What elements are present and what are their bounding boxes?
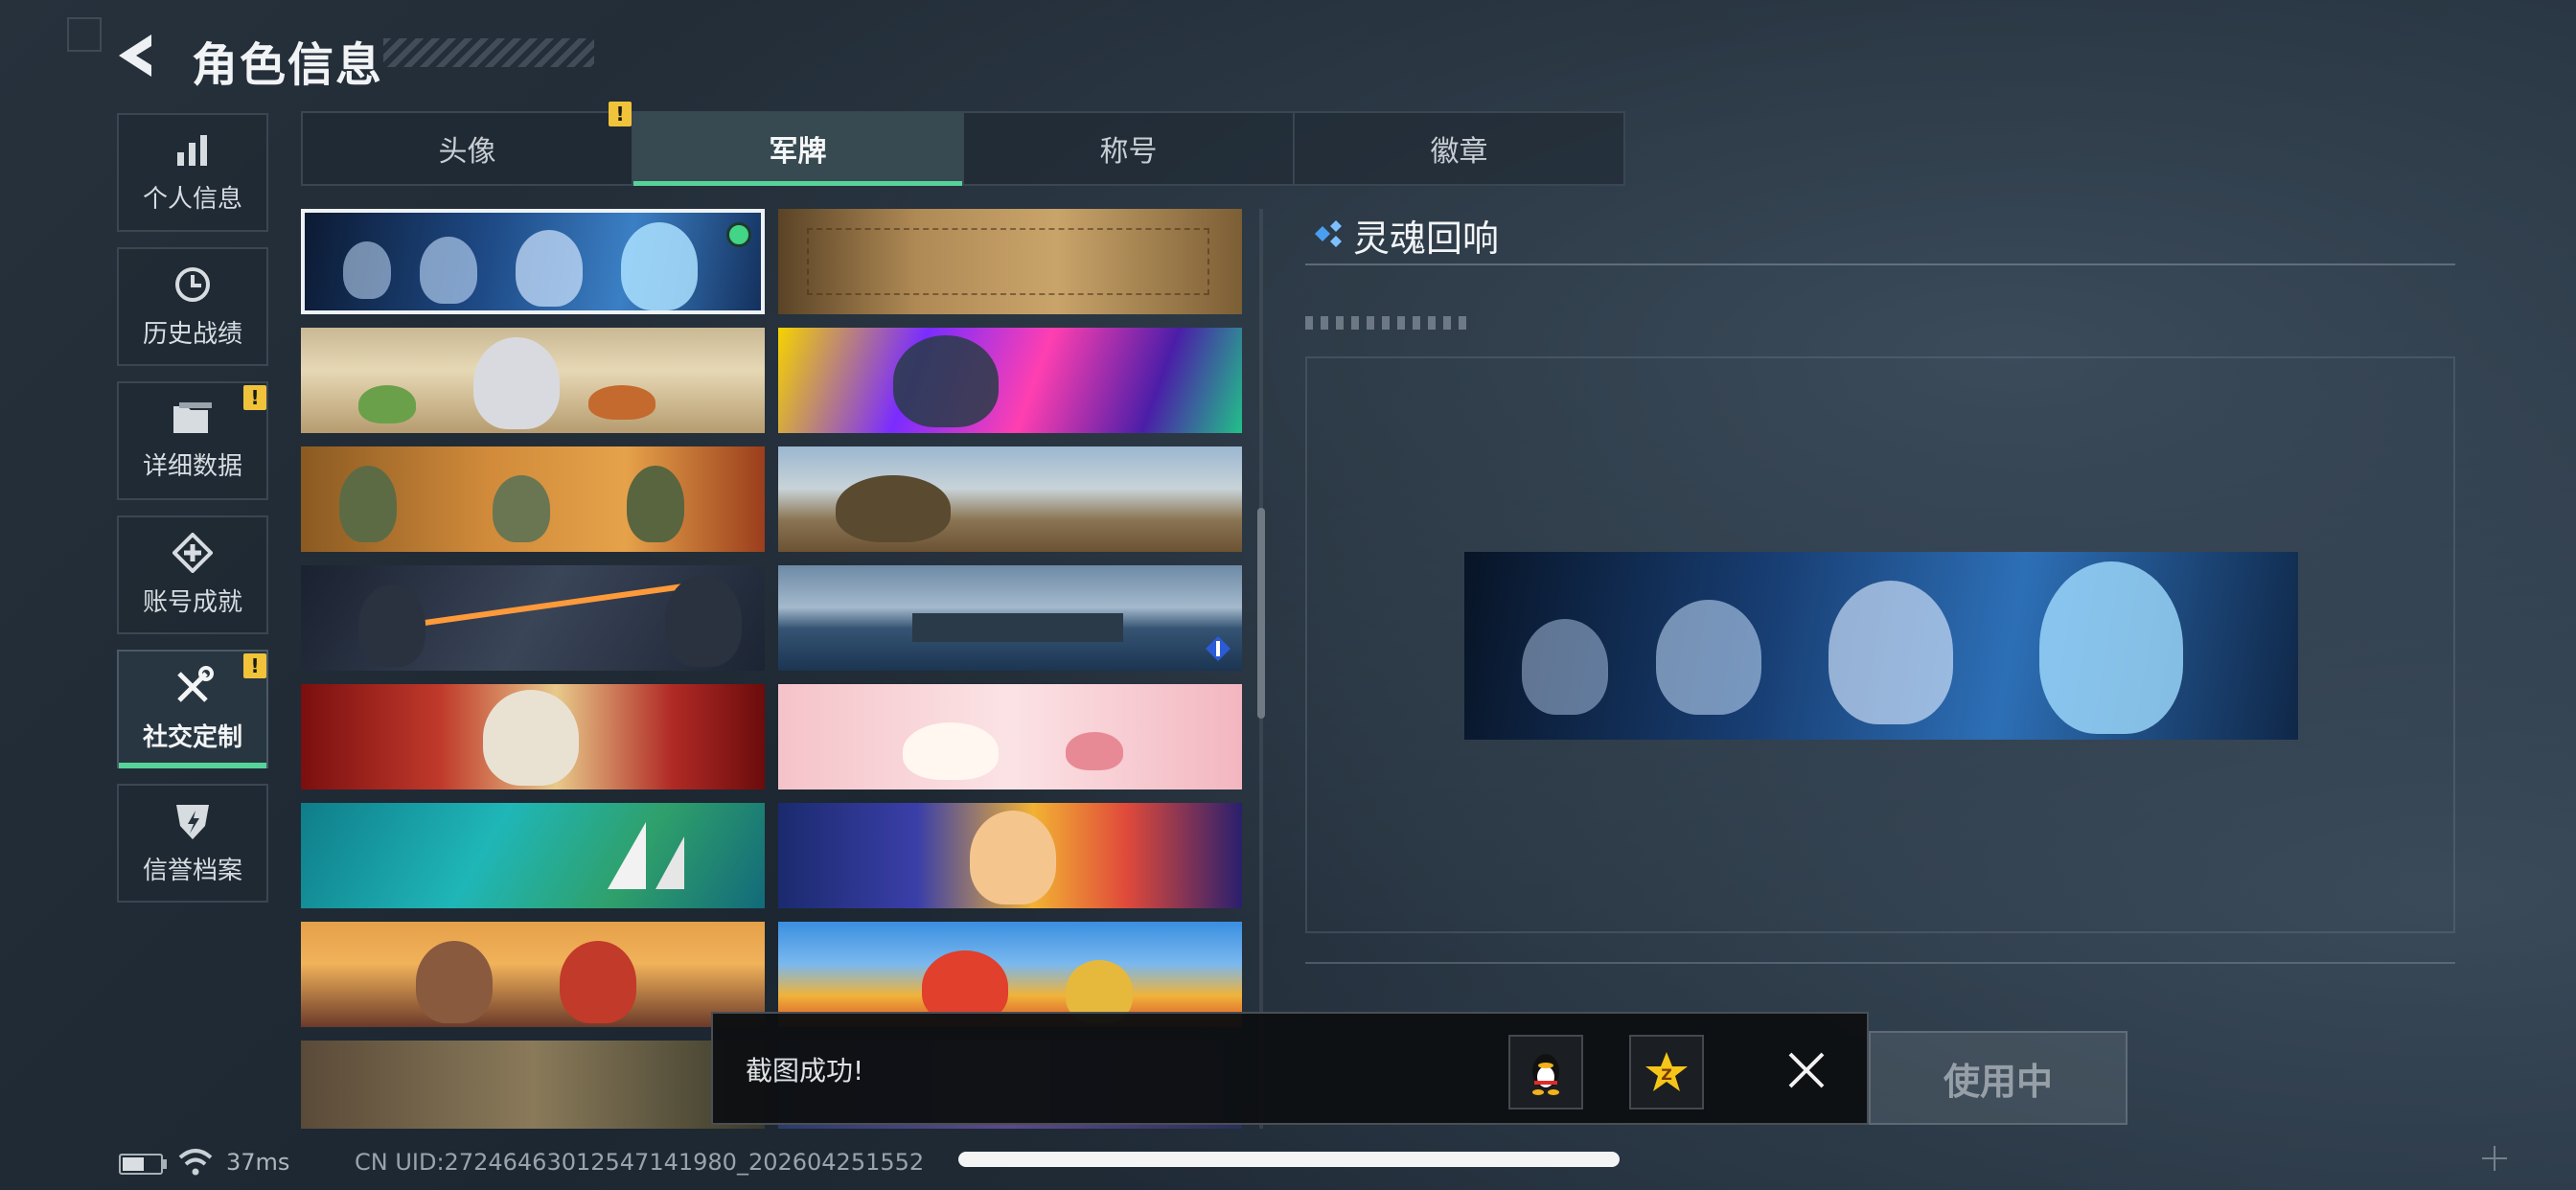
selected-indicator: [726, 222, 751, 247]
sidebar-item-achievements[interactable]: 账号成就: [117, 515, 268, 634]
svg-text:Z: Z: [1661, 1065, 1672, 1084]
dog-tag-preview: [1464, 552, 2298, 740]
card-sunset-chibi[interactable]: [301, 922, 765, 1027]
folder-icon: [173, 401, 212, 433]
sidebar-item-personal-info[interactable]: 个人信息: [117, 113, 268, 232]
sidebar-item-match-history[interactable]: 历史战绩: [117, 247, 268, 366]
sidebar-item-credit-profile[interactable]: 信誉档案: [117, 784, 268, 903]
diamond-cluster-icon: [1315, 220, 1342, 247]
detail-decoration: [1305, 316, 1468, 330]
tab-label: 头像: [438, 135, 496, 169]
page-title: 角色信息: [192, 38, 384, 92]
card-soul-echo[interactable]: [301, 209, 765, 314]
tab-title[interactable]: 称号: [964, 113, 1295, 184]
sidebar-item-label: 账号成就: [142, 587, 242, 617]
credit-shield-icon: [176, 804, 209, 839]
warning-badge: !: [243, 653, 266, 678]
sidebar-item-detailed-data[interactable]: 详细数据 !: [117, 381, 268, 500]
card-squad-feast[interactable]: [301, 446, 765, 552]
card-night-operators[interactable]: [301, 565, 765, 671]
tab-label: 徽章: [1430, 135, 1488, 169]
toast-message: 截图成功!: [746, 1055, 864, 1087]
warning-badge: !: [243, 385, 266, 410]
sidebar-item-label: 社交定制: [142, 722, 242, 752]
title-decoration: [383, 38, 594, 67]
corner-frame: [67, 17, 102, 52]
card-chibi-kitchen[interactable]: [301, 328, 765, 433]
active-indicator: [119, 763, 266, 768]
achievement-icon: [172, 532, 213, 573]
tab-dog-tag[interactable]: 军牌: [633, 113, 964, 186]
card-desert-sniper[interactable]: [778, 446, 1242, 552]
sidebar-item-social-custom[interactable]: 社交定制 !: [117, 650, 268, 768]
card-tropical-sailboats[interactable]: [301, 803, 765, 908]
scrollbar-thumb[interactable]: [1257, 508, 1265, 719]
card-pink-cake-tea[interactable]: [778, 684, 1242, 790]
share-qq-button[interactable]: [1508, 1035, 1583, 1110]
sidebar-item-label: 历史战绩: [142, 319, 242, 349]
detail-title: 灵魂回响: [1353, 217, 1500, 260]
back-arrow-icon[interactable]: [113, 29, 167, 82]
card-harbor-base[interactable]: [778, 565, 1242, 671]
plus-icon: [2482, 1146, 2507, 1171]
wrench-screwdriver-icon: [177, 665, 214, 702]
battery-level: [123, 1157, 144, 1171]
tab-bar: 头像 ! 军牌 称号 徽章: [301, 102, 1625, 186]
battery-tip: [163, 1159, 167, 1169]
tab-badge[interactable]: 徽章: [1295, 113, 1623, 184]
sidebar-item-label: 个人信息: [142, 184, 242, 214]
card-forest-squad[interactable]: [301, 1041, 765, 1129]
dog-tag-grid: [301, 209, 1244, 1129]
tab-label: 军牌: [769, 135, 827, 169]
home-indicator[interactable]: [958, 1152, 1620, 1167]
qq-penguin-icon: [1532, 1054, 1559, 1095]
tab-label: 称号: [1099, 135, 1158, 169]
sidebar-item-label: 信誉档案: [142, 856, 242, 885]
sidebar-item-label: 详细数据: [142, 451, 242, 481]
divider: [1305, 962, 2455, 964]
warning-badge: !: [609, 102, 632, 126]
close-icon[interactable]: [1782, 1046, 1830, 1094]
bar-chart-icon: [177, 134, 207, 166]
history-clock-icon: [175, 266, 210, 302]
card-zoya-neon[interactable]: [778, 328, 1242, 433]
share-qzone-button[interactable]: Z: [1629, 1035, 1704, 1110]
screenshot-toast: 截图成功! Z: [711, 1012, 1869, 1125]
user-uid: CN UID:27246463012547141980_202604251552: [355, 1149, 925, 1176]
in-use-button[interactable]: 使用中: [1869, 1031, 2128, 1125]
tab-avatar[interactable]: 头像 !: [303, 102, 633, 184]
card-parchment-blueprint[interactable]: [778, 209, 1242, 314]
ping-value: 37ms: [226, 1149, 290, 1176]
card-red-rose-mech[interactable]: [301, 684, 765, 790]
wifi-icon: [178, 1149, 213, 1176]
divider: [1305, 263, 2455, 265]
qzone-star-icon: Z: [1645, 1052, 1688, 1091]
rank-icon: [1206, 636, 1230, 661]
card-festival-cartoon[interactable]: [778, 803, 1242, 908]
